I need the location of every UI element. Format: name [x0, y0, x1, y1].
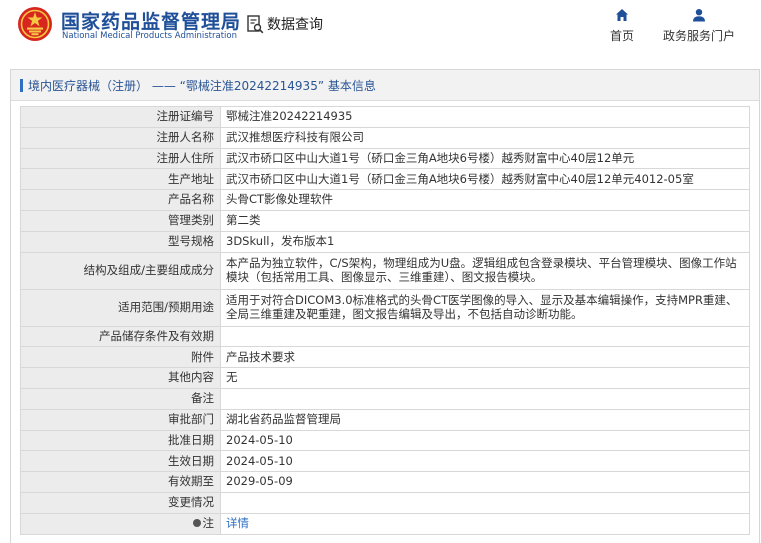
table-row-note: 注 详情	[20, 512, 750, 535]
table-row: 适用范围/预期用途 适用于对符合DICOM3.0标准格式的头骨CT医学图像的导入、…	[20, 288, 750, 327]
field-value: 2024-05-10	[220, 450, 750, 473]
home-icon	[616, 9, 628, 21]
note-label-cell: 注	[20, 512, 221, 535]
table-row: 备注	[20, 387, 750, 410]
field-value: 无	[220, 367, 750, 389]
site-title: 国家药品监督管理局	[61, 11, 242, 33]
table-row: 生效日期 2024-05-10	[20, 450, 750, 473]
field-label: 有效期至	[20, 471, 221, 493]
document-search-icon	[247, 14, 264, 33]
table-row: 结构及组成/主要组成成分 本产品为独立软件，C/S架构，物理组成为U盘。逻辑组成包…	[20, 251, 750, 290]
field-label: 结构及组成/主要组成成分	[20, 251, 221, 290]
table-row: 审批部门 湖北省药品监督管理局	[20, 408, 750, 431]
field-value: 3DSkull，发布版本1	[220, 230, 750, 253]
field-label: 生效日期	[20, 450, 221, 473]
field-value: 武汉推想医疗科技有限公司	[220, 126, 750, 149]
table-row: 生产地址 武汉市硚口区中山大道1号（硚口金三角A地块6号楼）越秀财富中心40层12…	[20, 168, 750, 191]
details-link[interactable]: 详情	[226, 516, 249, 530]
table-row: 注册人名称 武汉推想医疗科技有限公司	[20, 126, 750, 149]
table-row: 有效期至 2029-05-09	[20, 471, 750, 493]
field-label: 注册人住所	[20, 147, 221, 170]
field-label: 产品储存条件及有效期	[20, 325, 221, 348]
table-row: 注册证编号 鄂械注准20242214935	[20, 106, 750, 128]
field-value: 适用于对符合DICOM3.0标准格式的头骨CT医学图像的导入、显示及基本编辑操作…	[220, 288, 750, 327]
field-label: 审批部门	[20, 408, 221, 431]
field-label: 附件	[20, 346, 221, 369]
field-value: 武汉市硚口区中山大道1号（硚口金三角A地块6号楼）越秀财富中心40层12单元40…	[220, 168, 750, 191]
field-value: 鄂械注准20242214935	[220, 106, 750, 128]
data-query-link[interactable]: 数据查询	[247, 13, 323, 35]
field-label: 注册人名称	[20, 126, 221, 149]
field-label: 注册证编号	[20, 106, 221, 128]
table-row: 管理类别 第二类	[20, 209, 750, 232]
user-icon	[693, 9, 705, 22]
table-row: 产品名称 头骨CT影像处理软件	[20, 189, 750, 211]
field-label: 备注	[20, 387, 221, 410]
field-label: 适用范围/预期用途	[20, 288, 221, 327]
note-value-cell: 详情	[220, 512, 750, 535]
detail-panel: 境内医疗器械（注册） —— “鄂械注准20242214935” 基本信息 注册证…	[10, 69, 760, 543]
note-label: 注	[202, 515, 215, 530]
field-label: 型号规格	[20, 230, 221, 253]
table-row: 型号规格 3DSkull，发布版本1	[20, 230, 750, 253]
nav-home-label: 首页	[610, 29, 635, 43]
field-label: 管理类别	[20, 209, 221, 232]
nav-portal-label: 政务服务门户	[663, 29, 736, 43]
field-value: 湖北省药品监督管理局	[220, 408, 750, 431]
table-row: 批准日期 2024-05-10	[20, 429, 750, 452]
field-label: 生产地址	[20, 168, 221, 191]
title-accent-bar	[20, 78, 23, 92]
field-value: 武汉市硚口区中山大道1号（硚口金三角A地块6号楼）越秀财富中心40层12单元	[220, 147, 750, 170]
site-header: 国家药品监督管理局 National Medical Products Admi…	[0, 0, 761, 60]
field-value	[220, 491, 750, 514]
field-label: 批准日期	[20, 429, 221, 452]
table-row: 产品储存条件及有效期	[20, 325, 750, 348]
table-row: 注册人住所 武汉市硚口区中山大道1号（硚口金三角A地块6号楼）越秀财富中心40层1…	[20, 147, 750, 170]
panel-title: 境内医疗器械（注册） —— “鄂械注准20242214935” 基本信息	[28, 78, 376, 93]
info-table: 注册证编号 鄂械注准20242214935 注册人名称 武汉推想医疗科技有限公司 注…	[20, 106, 750, 535]
table-row: 变更情况	[20, 491, 750, 514]
field-label: 其他内容	[20, 367, 221, 389]
field-value: 2029-05-09	[220, 471, 750, 493]
field-value	[220, 387, 750, 410]
field-value	[220, 325, 750, 348]
field-value: 第二类	[220, 209, 750, 232]
panel-title-bar: 境内医疗器械（注册） —— “鄂械注准20242214935” 基本信息	[11, 70, 759, 101]
table-row: 其他内容无	[20, 367, 750, 389]
field-label: 产品名称	[20, 189, 221, 211]
field-value: 产品技术要求	[220, 346, 750, 369]
field-label: 变更情况	[20, 491, 221, 514]
table-row: 附件 产品技术要求	[20, 346, 750, 369]
field-value: 2024-05-10	[220, 429, 750, 452]
nav-service-portal[interactable]: 政务服务门户	[663, 8, 735, 44]
field-value: 本产品为独立软件，C/S架构，物理组成为U盘。逻辑组成包含登录模块、平台管理模块…	[220, 251, 750, 290]
nav-home[interactable]: 首页	[610, 8, 634, 44]
site-title-en: National Medical Products Administration	[62, 31, 237, 41]
national-emblem-icon	[18, 7, 52, 41]
data-query-label: 数据查询	[267, 17, 323, 33]
field-value: 头骨CT影像处理软件	[220, 189, 750, 211]
info-dot-icon	[192, 519, 201, 528]
